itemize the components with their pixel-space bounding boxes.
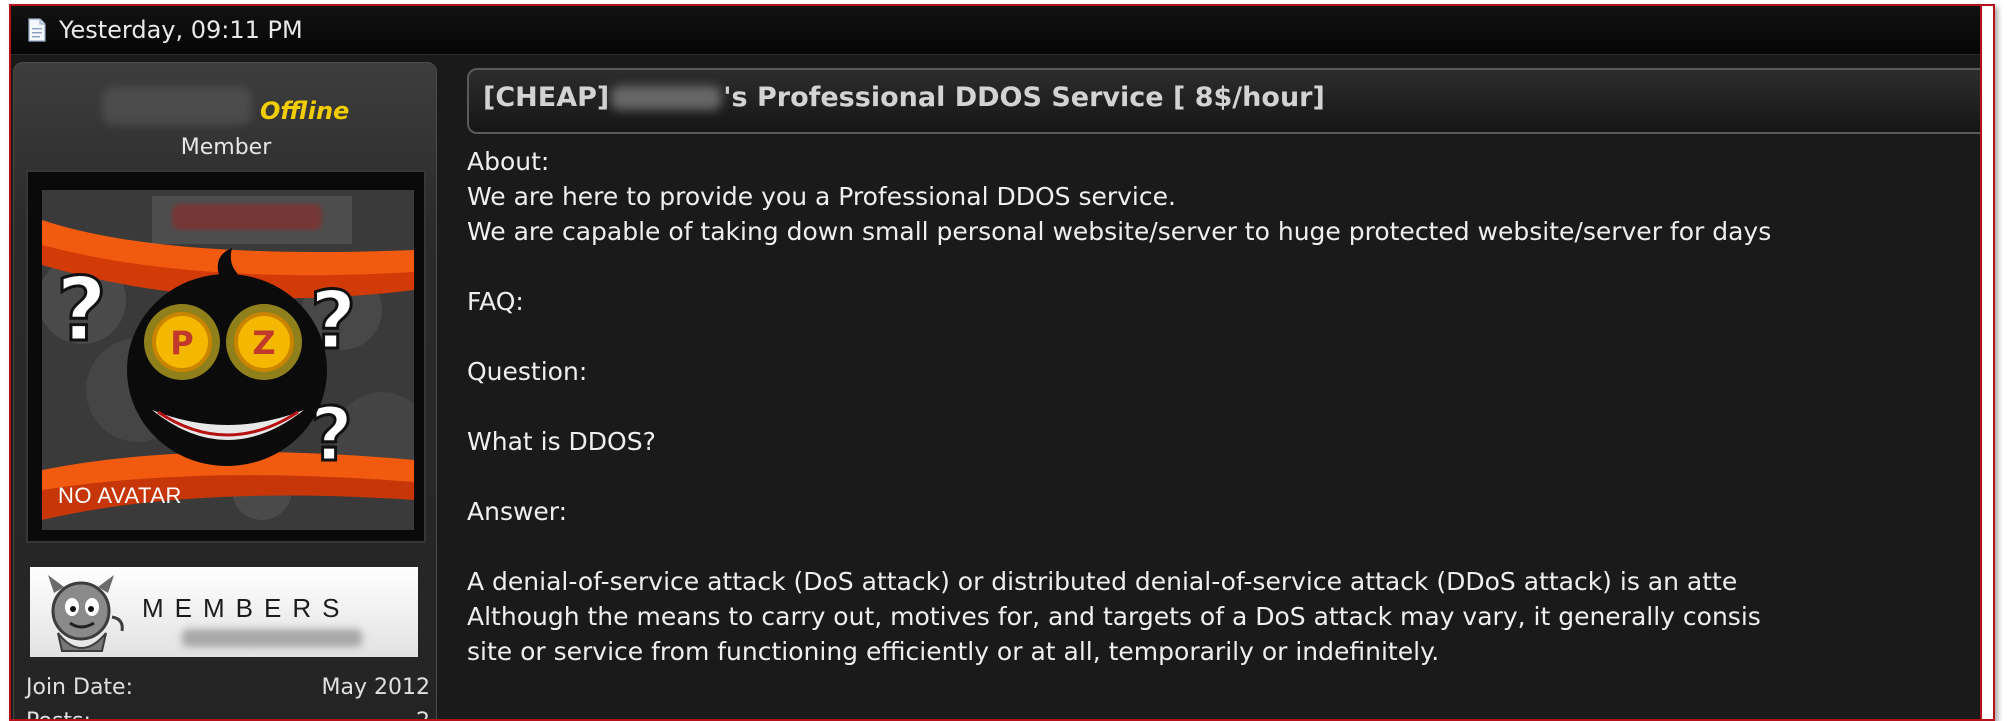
- post-body: About: We are here to provide you a Profe…: [467, 144, 1987, 669]
- post-body-line: We are capable of taking down small pers…: [467, 217, 1772, 246]
- post-body-line: Answer:: [467, 497, 568, 526]
- online-status: Offline: [260, 97, 350, 125]
- post-body-line: We are here to provide you a Professiona…: [467, 182, 1176, 211]
- banner-subtitle-redacted: [182, 629, 362, 647]
- post-body-line: What is DDOS?: [467, 427, 656, 456]
- join-date-value: May 2012: [321, 675, 430, 700]
- user-rank: Member: [180, 135, 272, 160]
- post-body-line: Question:: [467, 357, 588, 386]
- devil-icon: [36, 571, 128, 657]
- post-body-line: [467, 249, 1987, 284]
- no-avatar-image: ? ? ? P Z: [42, 190, 414, 530]
- thread-title: [CHEAP] 's Professional DDOS Service [ 8…: [483, 82, 1325, 113]
- svg-text:?: ?: [56, 258, 107, 361]
- post-body-line: FAQ:: [467, 287, 524, 316]
- posts-label: Posts:: [26, 709, 91, 719]
- post-body-line: [467, 389, 1987, 424]
- post-date-text: Yesterday, 09:11 PM: [59, 16, 303, 44]
- post-body-line: [467, 529, 1987, 564]
- post-body-line: [467, 319, 1987, 354]
- thread-title-bar: [CHEAP] 's Professional DDOS Service [ 8…: [467, 68, 1993, 134]
- members-rank-banner: MEMBERS: [30, 567, 418, 657]
- post-body-line: [467, 459, 1987, 494]
- post-body-line: Although the means to carry out, motives…: [467, 602, 1761, 631]
- forum-post-window: Yesterday, 09:11 PM Offline Member ? ? ?…: [9, 4, 1995, 721]
- join-date-label: Join Date:: [26, 675, 133, 700]
- coin-letter-p: P: [170, 324, 193, 362]
- coin-letter-z: Z: [252, 324, 275, 362]
- members-banner-text: MEMBERS: [142, 593, 351, 623]
- window-edge: [1980, 6, 1993, 719]
- username-redacted[interactable]: [102, 87, 252, 125]
- join-date-row: Join Date: May 2012: [26, 675, 430, 700]
- title-suffix: 's Professional DDOS Service [ 8$/hour]: [723, 82, 1325, 113]
- no-avatar-mascot-icon: ? ? ? P Z: [42, 190, 414, 530]
- posts-row: Posts: 2: [26, 709, 430, 719]
- post-header-bar: Yesterday, 09:11 PM: [11, 6, 1993, 55]
- user-info-sidebar: Offline Member ? ? ? P Z NO AVATAR MEMBE…: [13, 62, 437, 719]
- document-icon: [27, 18, 47, 42]
- post-date: Yesterday, 09:11 PM: [27, 14, 303, 46]
- title-prefix: [CHEAP]: [483, 82, 610, 113]
- posts-value: 2: [416, 709, 430, 719]
- no-avatar-label: NO AVATAR: [58, 483, 182, 508]
- post-body-line: site or service from functioning efficie…: [467, 637, 1440, 666]
- post-body-line: About:: [467, 147, 550, 176]
- post-body-line: A denial-of-service attack (DoS attack) …: [467, 567, 1738, 596]
- title-redacted-name: [611, 85, 722, 110]
